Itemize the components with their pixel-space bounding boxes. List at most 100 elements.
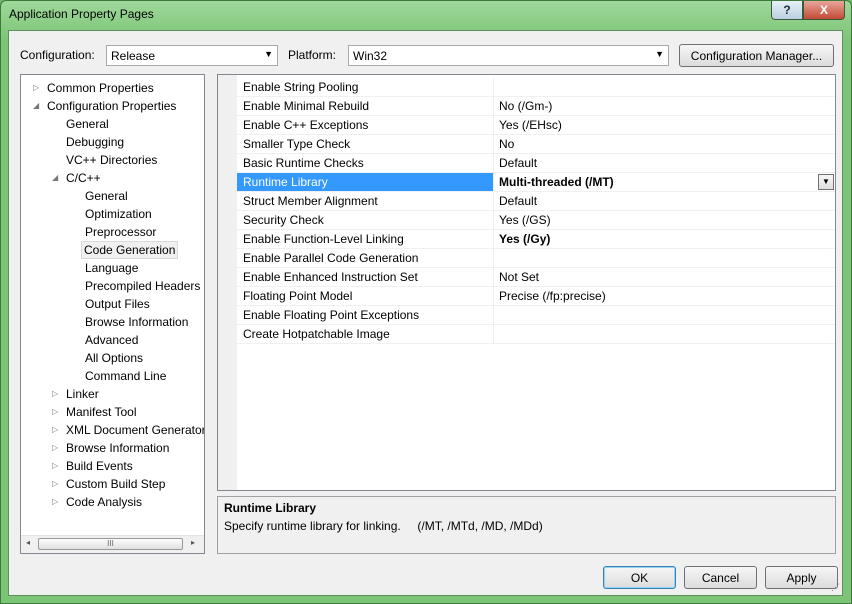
property-value[interactable]: No bbox=[495, 135, 835, 153]
category-tree[interactable]: ▷ Common Properties ◢ Configuration Prop… bbox=[20, 74, 205, 554]
configuration-manager-button[interactable]: Configuration Manager... bbox=[679, 44, 834, 67]
collapse-icon[interactable]: ◢ bbox=[52, 169, 62, 187]
configuration-combo[interactable]: Release ▼ bbox=[106, 45, 278, 66]
property-name: Floating Point Model bbox=[237, 287, 494, 305]
tree-node-label: Precompiled Headers bbox=[85, 279, 201, 293]
tree-node-label: Optimization bbox=[85, 207, 152, 221]
expand-icon[interactable]: ▷ bbox=[52, 403, 62, 421]
property-name: Enable C++ Exceptions bbox=[237, 116, 494, 134]
property-row[interactable]: Enable C++ Exceptions Yes (/EHsc) bbox=[237, 116, 835, 135]
description-panel: Runtime Library Specify runtime library … bbox=[217, 496, 836, 554]
tree-node-label: C/C++ bbox=[66, 171, 101, 185]
chevron-down-icon[interactable]: ▼ bbox=[818, 174, 834, 190]
property-row[interactable]: Enable Parallel Code Generation bbox=[237, 249, 835, 268]
expand-icon[interactable]: ▷ bbox=[52, 457, 62, 475]
expand-icon[interactable]: ▷ bbox=[52, 385, 62, 403]
property-value[interactable]: Default bbox=[495, 154, 835, 172]
close-button[interactable]: X bbox=[803, 1, 845, 20]
tree-node-label: Browse Information bbox=[85, 315, 189, 329]
property-name: Runtime Library bbox=[237, 173, 494, 191]
property-row[interactable]: Struct Member Alignment Default bbox=[237, 192, 835, 211]
cancel-button[interactable]: Cancel bbox=[684, 566, 757, 589]
property-row[interactable]: Enable Minimal Rebuild No (/Gm-) bbox=[237, 97, 835, 116]
property-value[interactable] bbox=[495, 78, 835, 96]
property-value-dropdown[interactable]: Multi-threaded (/MT) bbox=[495, 173, 835, 191]
tree-node-label: General bbox=[85, 189, 128, 203]
tree-node-label: Common Properties bbox=[47, 81, 154, 95]
tree-node-label: Debugging bbox=[66, 135, 125, 149]
tree-node-label: Browse Information bbox=[66, 441, 170, 455]
property-name: Enable Function-Level Linking bbox=[237, 230, 494, 248]
tree-node-label: Code Analysis bbox=[66, 495, 143, 509]
property-value[interactable]: Yes (/GS) bbox=[495, 211, 835, 229]
expand-icon[interactable]: ▷ bbox=[52, 475, 62, 493]
chevron-down-icon: ▼ bbox=[264, 49, 273, 59]
expand-icon[interactable]: ▷ bbox=[52, 421, 62, 439]
apply-button[interactable]: Apply bbox=[765, 566, 838, 589]
property-value[interactable]: Not Set bbox=[495, 268, 835, 286]
property-row[interactable]: Enable Floating Point Exceptions bbox=[237, 306, 835, 325]
tree-node-label: XML Document Generator bbox=[66, 423, 205, 437]
property-row[interactable]: Enable String Pooling bbox=[237, 78, 835, 97]
grid-gutter bbox=[218, 75, 237, 490]
property-name: Security Check bbox=[237, 211, 494, 229]
scroll-right-icon[interactable]: ▸ bbox=[191, 538, 195, 547]
tree-node-label: VC++ Directories bbox=[66, 153, 158, 167]
expand-icon[interactable]: ▷ bbox=[52, 493, 62, 511]
property-row[interactable]: Basic Runtime Checks Default bbox=[237, 154, 835, 173]
tree-node-label: Configuration Properties bbox=[47, 99, 177, 113]
property-row[interactable]: Smaller Type Check No bbox=[237, 135, 835, 154]
tree-node-label: All Options bbox=[85, 351, 144, 365]
tree-node-label: Output Files bbox=[85, 297, 150, 311]
property-row[interactable]: Floating Point Model Precise (/fp:precis… bbox=[237, 287, 835, 306]
tree-horizontal-scrollbar[interactable]: ◂ III ▸ bbox=[21, 535, 204, 553]
tree-node-label: Command Line bbox=[85, 369, 167, 383]
scrollbar-thumb[interactable]: III bbox=[38, 538, 183, 550]
tree-node-label: General bbox=[66, 117, 109, 131]
collapse-icon[interactable]: ◢ bbox=[33, 97, 43, 115]
description-title: Runtime Library bbox=[224, 501, 317, 515]
ok-button[interactable]: OK bbox=[603, 566, 676, 589]
scroll-left-icon[interactable]: ◂ bbox=[26, 538, 30, 547]
property-value[interactable]: Precise (/fp:precise) bbox=[495, 287, 835, 305]
expand-icon[interactable]: ▷ bbox=[52, 439, 62, 457]
close-icon: X bbox=[819, 3, 828, 17]
property-name: Enable Minimal Rebuild bbox=[237, 97, 494, 115]
tree-node-label: Preprocessor bbox=[85, 225, 157, 239]
help-icon: ? bbox=[783, 3, 791, 17]
property-row[interactable]: Create Hotpatchable Image bbox=[237, 325, 835, 344]
tree-node-label: Manifest Tool bbox=[66, 405, 137, 419]
property-value[interactable]: Yes (/Gy) bbox=[495, 230, 835, 248]
property-value[interactable] bbox=[495, 306, 835, 324]
expand-icon[interactable]: ▷ bbox=[33, 79, 43, 97]
property-value[interactable]: Default bbox=[495, 192, 835, 210]
platform-label: Platform: bbox=[288, 48, 337, 62]
property-name: Enable Parallel Code Generation bbox=[237, 249, 494, 267]
property-value[interactable] bbox=[495, 249, 835, 267]
property-row[interactable]: Enable Enhanced Instruction Set Not Set bbox=[237, 268, 835, 287]
tree-node-label: Language bbox=[85, 261, 139, 275]
chevron-down-icon: ▼ bbox=[655, 49, 664, 59]
property-value[interactable] bbox=[495, 325, 835, 343]
property-name: Enable Floating Point Exceptions bbox=[237, 306, 494, 324]
property-name: Struct Member Alignment bbox=[237, 192, 494, 210]
property-row[interactable]: Enable Function-Level Linking Yes (/Gy) bbox=[237, 230, 835, 249]
tree-node-label: Build Events bbox=[66, 459, 133, 473]
platform-value: Win32 bbox=[353, 49, 388, 63]
property-name: Enable Enhanced Instruction Set bbox=[237, 268, 494, 286]
configuration-label: Configuration: bbox=[20, 48, 95, 62]
property-pages-window: Application Property Pages ? X Configura… bbox=[0, 0, 852, 604]
resize-grip-icon[interactable]: ⋰ bbox=[831, 582, 840, 593]
property-value[interactable]: No (/Gm-) bbox=[495, 97, 835, 115]
property-row-selected[interactable]: Runtime Library Multi-threaded (/MT) ▼ bbox=[237, 173, 835, 192]
property-grid[interactable]: Enable String Pooling Enable Minimal Reb… bbox=[217, 74, 836, 491]
property-value[interactable]: Yes (/EHsc) bbox=[495, 116, 835, 134]
platform-combo[interactable]: Win32 ▼ bbox=[348, 45, 669, 66]
window-title: Application Property Pages bbox=[9, 7, 154, 21]
property-name: Basic Runtime Checks bbox=[237, 154, 494, 172]
property-name: Create Hotpatchable Image bbox=[237, 325, 494, 343]
title-bar[interactable]: Application Property Pages ? X bbox=[1, 1, 851, 29]
property-row[interactable]: Security Check Yes (/GS) bbox=[237, 211, 835, 230]
help-button[interactable]: ? bbox=[771, 1, 803, 20]
description-text: Specify runtime library for linking. (/M… bbox=[224, 519, 543, 533]
